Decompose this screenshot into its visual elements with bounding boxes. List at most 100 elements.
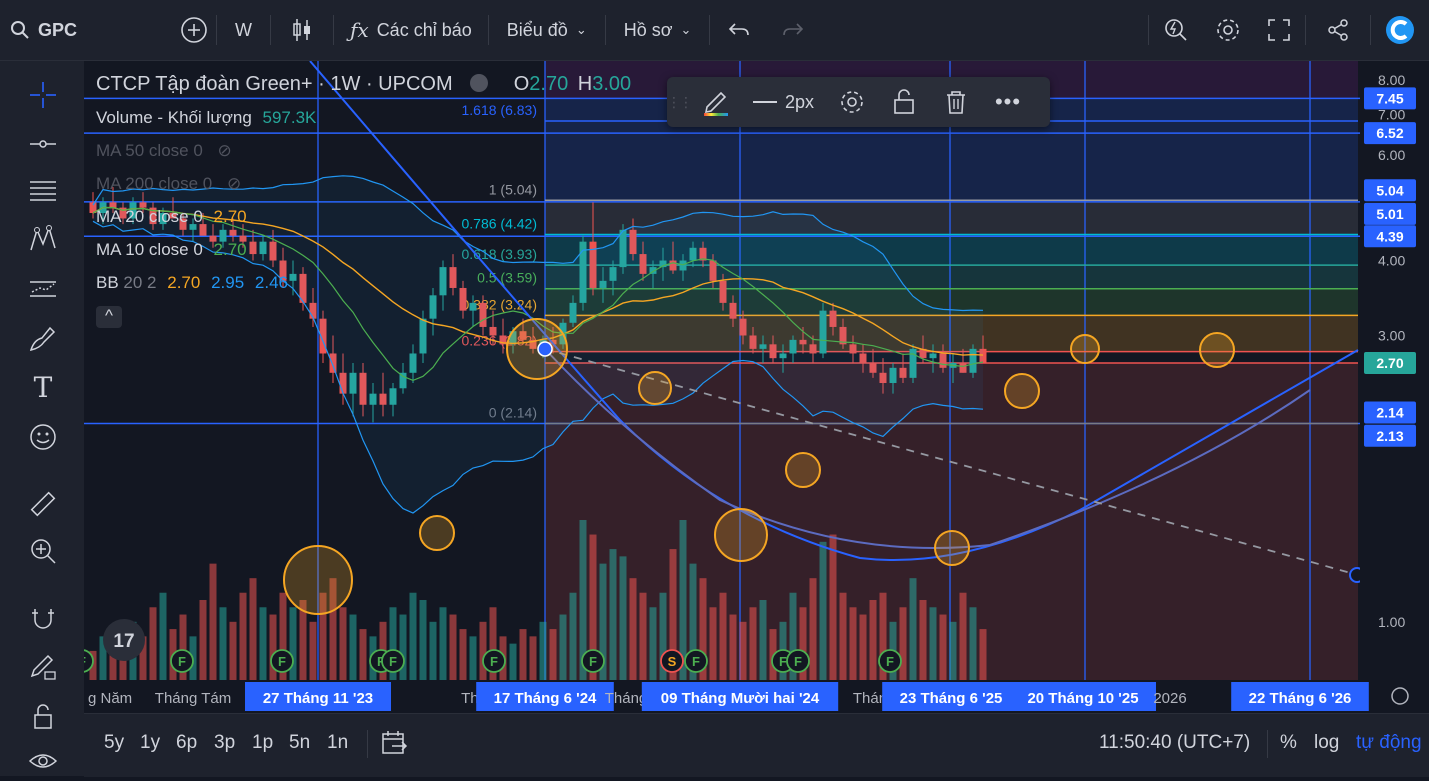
auto-scale-toggle[interactable]: tự động — [1356, 732, 1422, 754]
log-toggle[interactable]: log — [1314, 732, 1339, 754]
time-label-6: 09 Tháng Mười hai '24 — [661, 690, 820, 707]
drag-handle-icon[interactable]: ⋮⋮ — [667, 94, 693, 111]
more-options-button[interactable]: ••• — [982, 89, 1034, 115]
range-5y[interactable]: 5y — [104, 732, 124, 754]
highlight-circle-2 — [419, 515, 455, 551]
volume-bar-65 — [739, 621, 747, 680]
line-color-button[interactable] — [691, 87, 741, 117]
time-label-10: 2026 — [1153, 690, 1186, 707]
drawing-mode-tool[interactable] — [22, 647, 64, 687]
plus-circle-icon — [181, 17, 207, 43]
symbol-search[interactable]: GPC — [0, 8, 172, 52]
crosshair-tool[interactable] — [22, 75, 64, 115]
indicators-button[interactable]: ƒx Các chỉ báo — [334, 8, 488, 52]
event-marker-label-6: F — [589, 654, 597, 669]
range-1m[interactable]: 1p — [252, 732, 273, 754]
profile-menu-label: Hồ sơ — [623, 19, 673, 40]
emoji-tool[interactable] — [22, 417, 64, 457]
bb-value-1: 2.70 — [167, 273, 201, 292]
share-button[interactable] — [1306, 8, 1370, 52]
undo-button[interactable] — [710, 8, 768, 52]
legend-collapse-icon[interactable] — [470, 73, 489, 92]
timezone-clock[interactable]: 11:50:40 (UTC+7) — [1099, 732, 1250, 754]
brush-tool[interactable] — [22, 319, 64, 359]
eye-off-icon[interactable]: ⊘ — [218, 141, 232, 160]
legend-ma200[interactable]: MA 200 close 0 ⊘ — [96, 167, 631, 200]
legend-bb[interactable]: BB 20 2 2.70 2.95 2.46 — [96, 266, 631, 299]
redo-button[interactable] — [768, 8, 818, 52]
lock-open-icon — [34, 704, 52, 729]
price-tick-2: 4.00 — [1378, 253, 1405, 269]
time-label-5: Tháng — [605, 690, 648, 707]
fullscreen-button[interactable] — [1253, 8, 1305, 52]
chart-legend: CTCP Tập đoàn Green+ · 1W · UPCOM O2.70 … — [96, 68, 631, 332]
range-1d[interactable]: 1n — [327, 732, 348, 754]
trash-icon — [947, 91, 966, 114]
volume-bar-66 — [749, 607, 757, 680]
price-badge-label-1: 6.52 — [1376, 125, 1403, 141]
volume-bar-37 — [459, 629, 467, 680]
goto-date-button[interactable] — [380, 729, 408, 762]
range-1y[interactable]: 1y — [140, 732, 160, 754]
pattern-tool[interactable] — [22, 219, 64, 259]
legend-ma50[interactable]: MA 50 close 0 ⊘ — [96, 134, 631, 167]
line-width-button[interactable]: 2px — [741, 92, 826, 113]
price-badge-label-2: 5.04 — [1376, 182, 1403, 198]
settings-button[interactable] — [1203, 8, 1253, 52]
volume-bar-17 — [259, 607, 267, 680]
series-title[interactable]: CTCP Tập đoàn Green+ · 1W · UPCOM — [96, 73, 453, 95]
prediction-tool[interactable] — [22, 269, 64, 309]
redo-icon — [783, 23, 804, 36]
divider — [1267, 730, 1268, 758]
forecast-icon — [30, 281, 56, 297]
legend-ma10[interactable]: MA 10 close 0 2.70 — [96, 233, 631, 266]
volume-bar-56 — [649, 607, 657, 680]
quick-search-button[interactable] — [1149, 8, 1203, 52]
volume-bar-73 — [819, 541, 827, 680]
line-width-icon — [753, 101, 777, 103]
percent-toggle[interactable]: % — [1280, 732, 1297, 754]
legend-title-row: CTCP Tập đoàn Green+ · 1W · UPCOM O2.70 … — [96, 68, 631, 101]
volume-bar-45 — [539, 621, 547, 680]
volume-bar-76 — [849, 607, 857, 680]
drawing-lock-button[interactable] — [878, 89, 930, 115]
volume-bar-46 — [549, 629, 557, 680]
trend-line-tool[interactable] — [22, 124, 64, 164]
magnet-tool[interactable] — [22, 599, 64, 639]
brand-logo[interactable] — [1371, 8, 1429, 52]
range-5d[interactable]: 5n — [289, 732, 310, 754]
drawing-settings-button[interactable] — [826, 89, 878, 115]
smiley-icon — [30, 424, 56, 450]
highlight-circle-8 — [1070, 334, 1100, 364]
profile-menu-button[interactable]: Hồ sơ ⌄ — [606, 8, 710, 52]
visibility-tool[interactable] — [22, 741, 64, 781]
fib-tool[interactable] — [22, 171, 64, 211]
range-3m[interactable]: 3p — [214, 732, 235, 754]
pencil-lock-icon — [30, 654, 56, 680]
legend-volume[interactable]: Volume - Khối lượng 597.3K — [96, 101, 631, 134]
volume-bar-67 — [759, 600, 767, 680]
volume-bar-12 — [209, 563, 217, 680]
event-marker-label-10: F — [794, 654, 802, 669]
zoom-tool[interactable] — [22, 531, 64, 571]
volume-bar-14 — [229, 621, 237, 680]
volume-bar-75 — [839, 592, 847, 680]
range-6m[interactable]: 6p — [176, 732, 197, 754]
interval-button[interactable]: W — [217, 8, 270, 52]
drawing-delete-button[interactable] — [930, 89, 982, 115]
event-marker-label-7: S — [668, 654, 677, 669]
chart-type-button[interactable] — [271, 8, 333, 52]
compare-button[interactable] — [172, 8, 216, 52]
legend-ma20[interactable]: MA 20 close 0 2.70 — [96, 200, 631, 233]
time-label-2: 27 Tháng 11 '23 — [263, 690, 373, 707]
lock-tool[interactable] — [22, 697, 64, 737]
volume-bar-85 — [939, 614, 947, 680]
chart-menu-button[interactable]: Biểu đồ ⌄ — [489, 8, 605, 52]
volume-bar-39 — [479, 621, 487, 680]
eye-off-icon[interactable]: ⊘ — [227, 174, 241, 193]
collapse-legend-button[interactable]: ^ — [96, 306, 122, 328]
volume-bar-86 — [949, 621, 957, 680]
text-tool[interactable]: T — [22, 367, 64, 407]
volume-bar-13 — [219, 607, 227, 680]
measure-tool[interactable] — [22, 484, 64, 524]
